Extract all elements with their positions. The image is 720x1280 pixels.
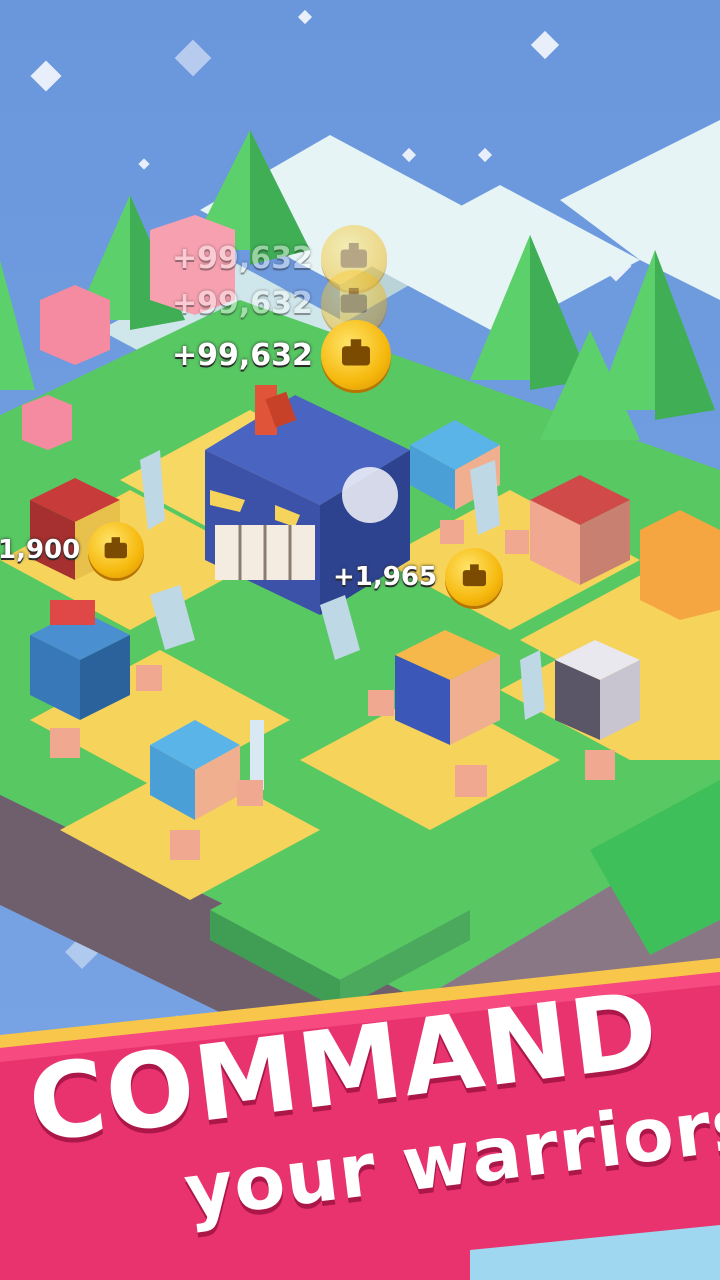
coin-icon <box>88 522 145 578</box>
coin-reward-amount: 1,900 <box>0 535 81 565</box>
coin-reward: +99,632 <box>172 320 391 390</box>
coin-reward-amount: +99,632 <box>172 285 313 321</box>
coin-reward: 1,900 <box>0 522 145 578</box>
coin-icon <box>320 320 391 390</box>
coin-icon <box>445 548 504 606</box>
coin-reward-amount: +1,965 <box>333 562 438 592</box>
coin-reward-amount: +99,632 <box>172 337 313 373</box>
coin-reward: +1,965 <box>333 548 504 606</box>
